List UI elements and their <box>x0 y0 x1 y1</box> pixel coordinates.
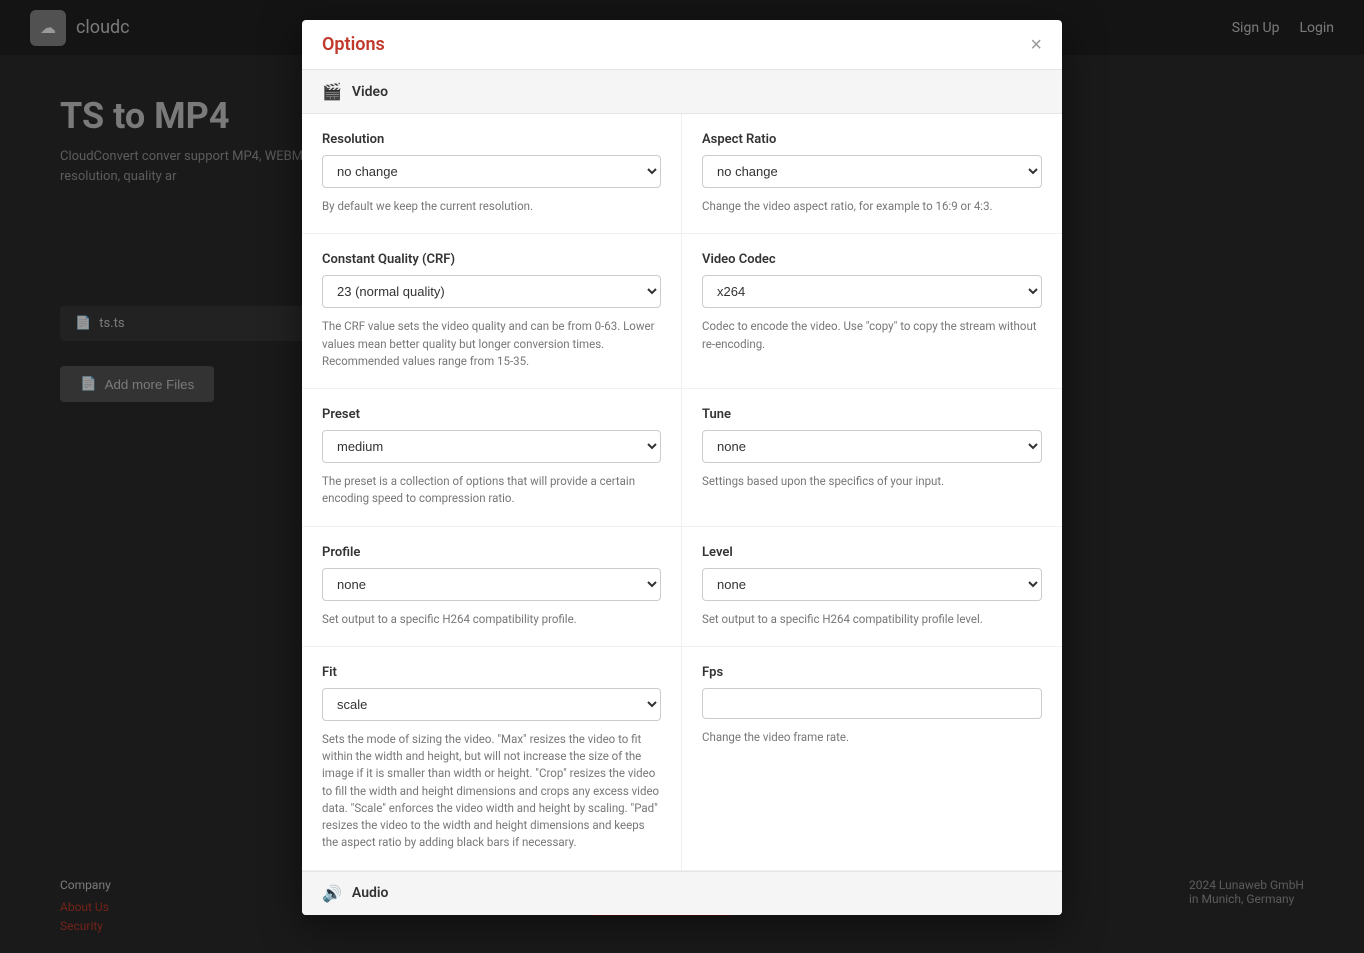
fps-help: Change the video frame rate. <box>702 729 1042 746</box>
level-select[interactable]: none <box>702 568 1042 601</box>
profile-label: Profile <box>322 545 661 560</box>
level-help: Set output to a specific H264 compatibil… <box>702 611 1042 628</box>
tune-label: Tune <box>702 407 1042 422</box>
fit-label: Fit <box>322 665 661 680</box>
video-icon: 🎬 <box>322 82 342 101</box>
video-codec-help: Codec to encode the video. Use "copy" to… <box>702 318 1042 353</box>
video-section-header: 🎬 Video <box>302 70 1062 114</box>
crf-cell: Constant Quality (CRF) 23 (normal qualit… <box>302 234 682 389</box>
preset-help: The preset is a collection of options th… <box>322 473 661 508</box>
profile-cell: Profile none baseline main high Set outp… <box>302 527 682 647</box>
aspect-ratio-cell: Aspect Ratio no change 16:9 4:3 Change t… <box>682 114 1062 234</box>
level-label: Level <box>702 545 1042 560</box>
aspect-ratio-help: Change the video aspect ratio, for examp… <box>702 198 1042 215</box>
level-cell: Level none Set output to a specific H264… <box>682 527 1062 647</box>
audio-section-label: Audio <box>352 885 389 901</box>
video-codec-label: Video Codec <box>702 252 1042 267</box>
aspect-ratio-label: Aspect Ratio <box>702 132 1042 147</box>
crf-label: Constant Quality (CRF) <box>322 252 661 267</box>
resolution-cell: Resolution no change custom By default w… <box>302 114 682 234</box>
profile-help: Set output to a specific H264 compatibil… <box>322 611 661 628</box>
tune-select[interactable]: none film animation grain stillimage fas… <box>702 430 1042 463</box>
preset-select[interactable]: ultrafast superfast veryfast faster fast… <box>322 430 661 463</box>
fps-label: Fps <box>702 665 1042 680</box>
video-section-label: Video <box>352 84 388 100</box>
profile-select[interactable]: none baseline main high <box>322 568 661 601</box>
crf-select[interactable]: 23 (normal quality) 18 (high quality) 28… <box>322 275 661 308</box>
tune-help: Settings based upon the specifics of you… <box>702 473 1042 490</box>
preset-cell: Preset ultrafast superfast veryfast fast… <box>302 389 682 527</box>
modal-close-button[interactable]: × <box>1030 35 1042 55</box>
options-modal: Options × 🎬 Video Resolution no change c… <box>302 20 1062 915</box>
modal-title: Options <box>322 34 385 55</box>
preset-label: Preset <box>322 407 661 422</box>
video-codec-select[interactable]: x264 x265 copy <box>702 275 1042 308</box>
resolution-label: Resolution <box>322 132 661 147</box>
fps-cell: Fps Change the video frame rate. <box>682 647 1062 871</box>
fit-help: Sets the mode of sizing the video. "Max"… <box>322 731 661 852</box>
fps-input[interactable] <box>702 688 1042 719</box>
resolution-select[interactable]: no change custom <box>322 155 661 188</box>
fit-cell: Fit scale max crop pad Sets the mode of … <box>302 647 682 871</box>
resolution-help: By default we keep the current resolutio… <box>322 198 661 215</box>
modal-body: 🎬 Video Resolution no change custom By d… <box>302 70 1062 915</box>
modal-header: Options × <box>302 20 1062 70</box>
fit-select[interactable]: scale max crop pad <box>322 688 661 721</box>
aspect-ratio-select[interactable]: no change 16:9 4:3 <box>702 155 1042 188</box>
audio-icon: 🔊 <box>322 884 342 903</box>
video-codec-cell: Video Codec x264 x265 copy Codec to enco… <box>682 234 1062 389</box>
audio-section-header: 🔊 Audio <box>302 871 1062 915</box>
tune-cell: Tune none film animation grain stillimag… <box>682 389 1062 527</box>
crf-help: The CRF value sets the video quality and… <box>322 318 661 370</box>
video-options-grid: Resolution no change custom By default w… <box>302 114 1062 871</box>
